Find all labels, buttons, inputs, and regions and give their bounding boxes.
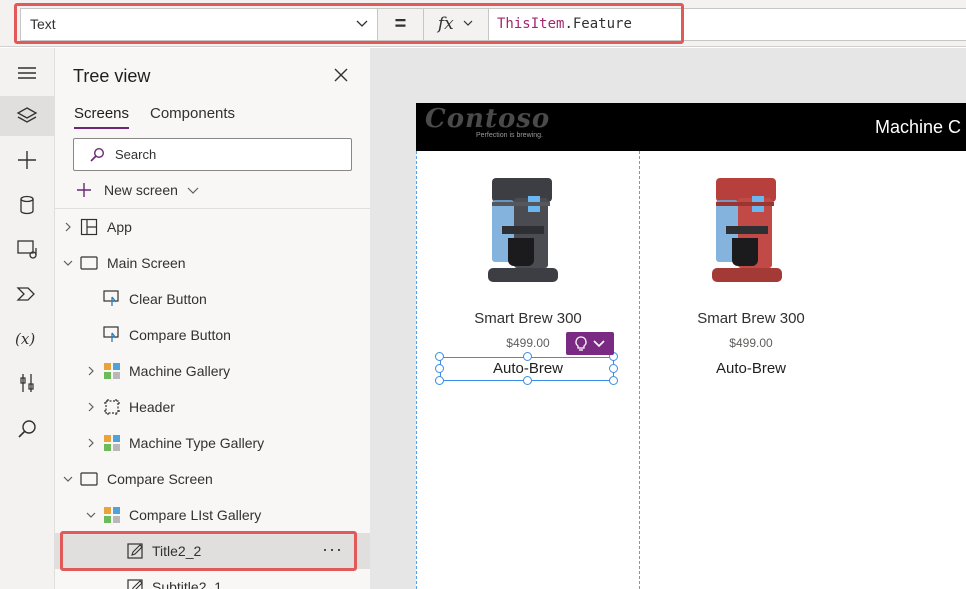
resize-handle[interactable]	[523, 352, 532, 361]
chevron-right-icon	[88, 438, 94, 448]
tree-item-label: Clear Button	[129, 291, 207, 307]
close-icon[interactable]	[332, 66, 350, 84]
tab-components[interactable]: Components	[150, 105, 235, 122]
tree-item-label: Machine Gallery	[129, 363, 231, 379]
screen-icon	[80, 472, 98, 486]
gallery-icon	[104, 507, 120, 523]
hamburger-menu-icon[interactable]	[14, 60, 40, 86]
gallery-boundary-left	[416, 151, 417, 589]
tree-item-main-screen[interactable]: Main Screen	[55, 245, 370, 281]
search-input[interactable]: Search	[73, 138, 352, 171]
button-icon	[103, 290, 119, 306]
new-screen-button[interactable]: New screen	[76, 179, 200, 201]
data-icon[interactable]	[14, 192, 40, 218]
coffee-machine-image-1	[488, 178, 558, 282]
tree-item-label: Header	[129, 399, 175, 415]
new-screen-label: New screen	[104, 182, 178, 198]
tree-item-label: Compare Button	[129, 327, 231, 343]
button-icon	[103, 326, 119, 342]
resize-handle[interactable]	[609, 376, 618, 385]
chevron-down-icon	[86, 512, 96, 518]
tree-item-label: App	[107, 219, 132, 235]
product-name: Smart Brew 300	[474, 310, 582, 327]
insert-plus-icon[interactable]	[14, 147, 40, 173]
resize-handle[interactable]	[435, 364, 444, 373]
tree-item-label: Machine Type Gallery	[129, 435, 265, 451]
tree-view-title: Tree view	[73, 66, 151, 86]
tree-item-machine-type-gallery[interactable]: Machine Type Gallery	[55, 425, 370, 461]
tree-item-label: Compare LIst Gallery	[129, 507, 262, 523]
formula-highlight	[14, 3, 684, 44]
variables-icon[interactable]: (x)	[15, 326, 41, 352]
layers-icon[interactable]	[14, 103, 40, 129]
product-feature: Auto-Brew	[715, 360, 787, 377]
chevron-right-icon	[88, 366, 94, 376]
tree-item-label: Compare Screen	[107, 471, 213, 487]
resize-handle[interactable]	[435, 352, 444, 361]
tree-item-label: Subtitle2_1	[152, 579, 223, 589]
contoso-logo: Contoso	[425, 104, 551, 134]
header-title: Machine C	[875, 117, 962, 137]
tree-view-panel: Tree view Screens Components Search New …	[55, 48, 370, 589]
resize-handle[interactable]	[523, 376, 532, 385]
tree-item-clear-button[interactable]: Clear Button	[55, 281, 370, 317]
power-automate-icon[interactable]	[14, 281, 40, 307]
advanced-tools-icon[interactable]	[14, 370, 40, 396]
tree-item-compare-screen[interactable]: Compare Screen	[55, 461, 370, 497]
chevron-down-icon	[187, 187, 199, 194]
tree-item-subtitle2-1[interactable]: Subtitle2_1	[55, 569, 370, 589]
resize-handle[interactable]	[609, 364, 618, 373]
screen-icon	[80, 256, 98, 270]
ideas-button[interactable]	[566, 332, 614, 355]
plus-icon	[77, 183, 91, 197]
chevron-down-icon	[593, 340, 605, 348]
chevron-right-icon	[88, 402, 94, 412]
app-icon	[80, 218, 98, 236]
tree-item-compare-button[interactable]: Compare Button	[55, 317, 370, 353]
tree-item-label: Main Screen	[107, 255, 186, 271]
left-rail: (x)	[0, 48, 55, 589]
tree-item-machine-gallery[interactable]: Machine Gallery	[55, 353, 370, 389]
lightbulb-icon	[575, 336, 587, 351]
tree-item-compare-list-gallery[interactable]: Compare LIst Gallery	[55, 497, 370, 533]
coffee-machine-image-2	[712, 178, 782, 282]
label-edit-icon	[127, 579, 143, 589]
search-icon	[90, 147, 105, 162]
gallery-icon	[104, 435, 120, 451]
chevron-down-icon	[63, 476, 73, 482]
gallery-icon	[104, 363, 120, 379]
tree-item-header[interactable]: Header	[55, 389, 370, 425]
search-placeholder: Search	[115, 147, 157, 162]
product-price: $499.00	[729, 336, 773, 350]
logo-tagline: Perfection is brewing.	[476, 132, 543, 139]
media-icon[interactable]	[14, 236, 40, 262]
search-icon[interactable]	[14, 416, 40, 442]
resize-handle[interactable]	[435, 376, 444, 385]
selected-item-highlight	[60, 531, 357, 571]
container-icon	[104, 399, 120, 415]
tab-screens[interactable]: Screens	[74, 105, 130, 129]
tree-item-app[interactable]: App	[55, 209, 370, 245]
chevron-down-icon	[63, 260, 73, 266]
product-name: Smart Brew 300	[697, 310, 805, 327]
chevron-right-icon	[65, 222, 71, 232]
